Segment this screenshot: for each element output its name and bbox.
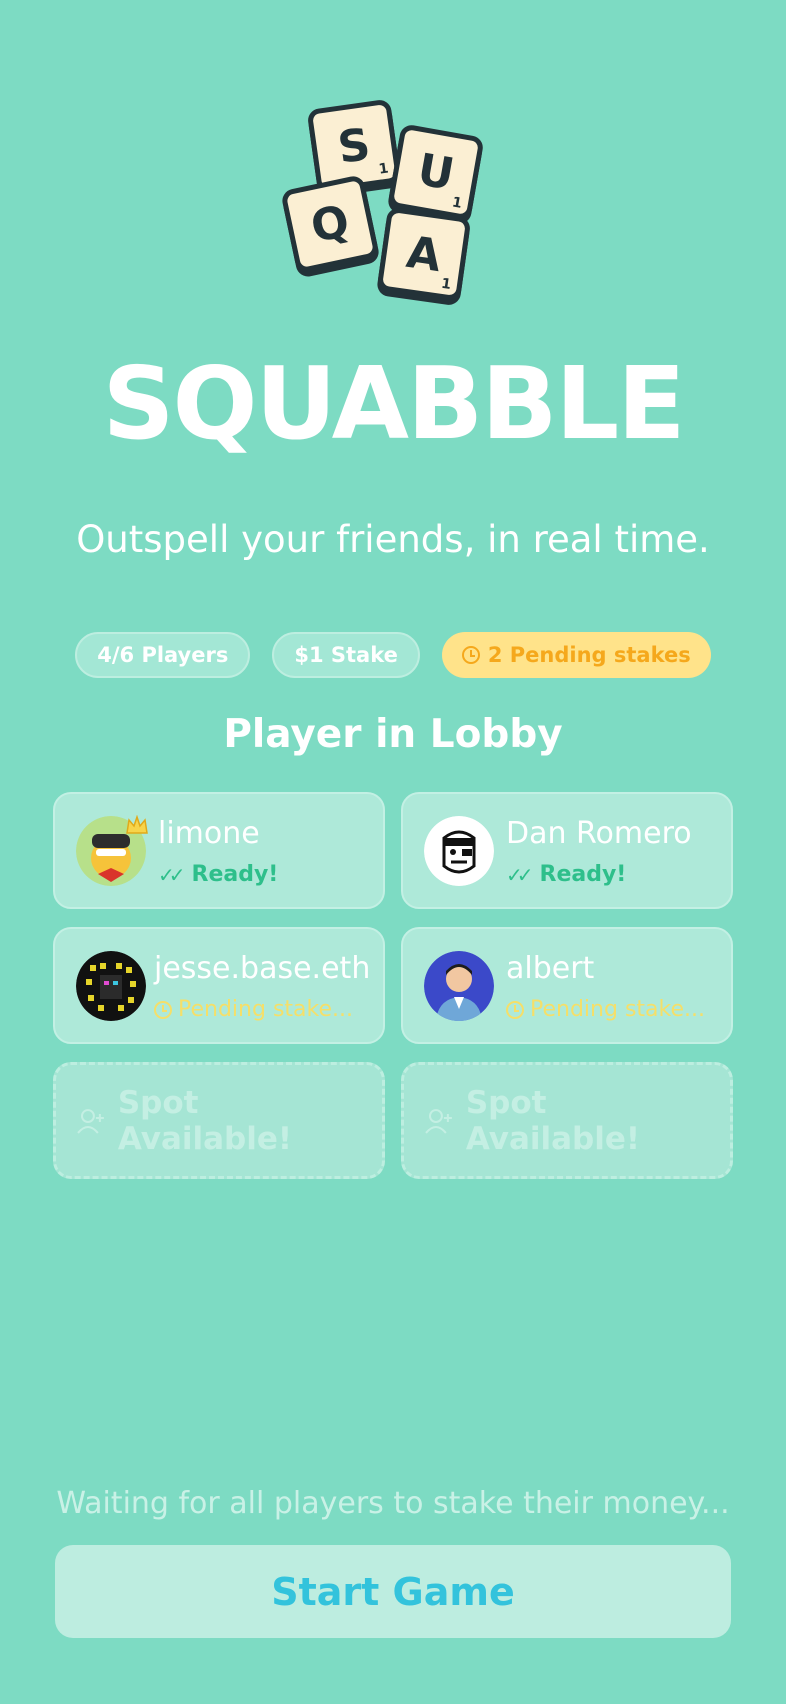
app-title: SQUABBLE xyxy=(102,345,685,462)
player-card-albert[interactable]: albert Pending stake... xyxy=(401,927,733,1044)
logo-tile-a: A 1 xyxy=(376,206,472,302)
player-status-label: Pending stake... xyxy=(530,997,705,1022)
lobby-badges: 4/6 Players $1 Stake 2 Pending stakes xyxy=(0,632,786,678)
stake-label: $1 Stake xyxy=(294,643,398,667)
player-status-label: Ready! xyxy=(191,862,279,887)
empty-slot[interactable]: Spot Available! xyxy=(53,1062,385,1179)
tile-points: 1 xyxy=(450,194,464,212)
empty-slot-label: Spot Available! xyxy=(117,1084,293,1157)
add-user-icon xyxy=(77,1108,104,1134)
avatar xyxy=(424,816,494,886)
avatar xyxy=(76,951,146,1021)
add-user-icon xyxy=(425,1108,452,1134)
clock-icon xyxy=(154,1000,172,1019)
waiting-message: Waiting for all players to stake their m… xyxy=(56,1486,730,1521)
avatar xyxy=(424,951,494,1021)
double-check-icon: ✓✓ xyxy=(506,862,533,887)
player-name: limone xyxy=(158,816,260,851)
logo-tile-u: U 1 xyxy=(387,123,485,221)
players-count-badge: 4/6 Players xyxy=(75,632,251,678)
tile-letter: A xyxy=(403,226,445,282)
pending-stakes-label: 2 Pending stakes xyxy=(487,643,691,667)
tile-points: 1 xyxy=(377,160,390,178)
player-name: albert xyxy=(506,951,595,986)
tile-points: 1 xyxy=(440,275,453,293)
clock-icon xyxy=(506,1000,524,1019)
players-count-label: 4/6 Players xyxy=(97,643,229,667)
tile-letter: Q xyxy=(306,195,354,253)
player-card-dan-romero[interactable]: Dan Romero ✓✓ Ready! xyxy=(401,792,733,909)
start-game-button[interactable]: Start Game xyxy=(55,1545,731,1638)
tile-letter: U xyxy=(413,143,459,201)
tile-letter: S xyxy=(334,118,374,174)
player-card-limone[interactable]: limone ✓✓ Ready! xyxy=(53,792,385,909)
lobby-heading: Player in Lobby xyxy=(223,712,563,757)
player-name: jesse.base.eth xyxy=(154,951,371,986)
player-status: Pending stake... xyxy=(154,997,353,1022)
squabble-logo: S 1 U 1 Q A 1 xyxy=(270,90,510,302)
empty-slot-content: Spot Available! xyxy=(424,1065,730,1176)
player-status-label: Pending stake... xyxy=(178,997,353,1022)
player-status-label: Ready! xyxy=(539,862,627,887)
app-tagline: Outspell your friends, in real time. xyxy=(76,518,710,561)
logo-tile-q: Q xyxy=(280,174,380,274)
empty-slot-content: Spot Available! xyxy=(76,1065,382,1176)
pending-stakes-badge: 2 Pending stakes xyxy=(441,632,711,678)
player-status: ✓✓ Ready! xyxy=(506,862,626,887)
player-card-jesse[interactable]: jesse.base.eth Pending stake... xyxy=(53,927,385,1044)
empty-slot-label: Spot Available! xyxy=(465,1084,641,1157)
stake-badge: $1 Stake xyxy=(272,632,420,678)
clock-icon xyxy=(461,646,480,664)
player-status: Pending stake... xyxy=(506,997,705,1022)
player-name: Dan Romero xyxy=(506,816,692,851)
double-check-icon: ✓✓ xyxy=(158,862,185,887)
crown-icon xyxy=(126,815,148,834)
empty-slot[interactable]: Spot Available! xyxy=(401,1062,733,1179)
player-status: ✓✓ Ready! xyxy=(158,862,278,887)
